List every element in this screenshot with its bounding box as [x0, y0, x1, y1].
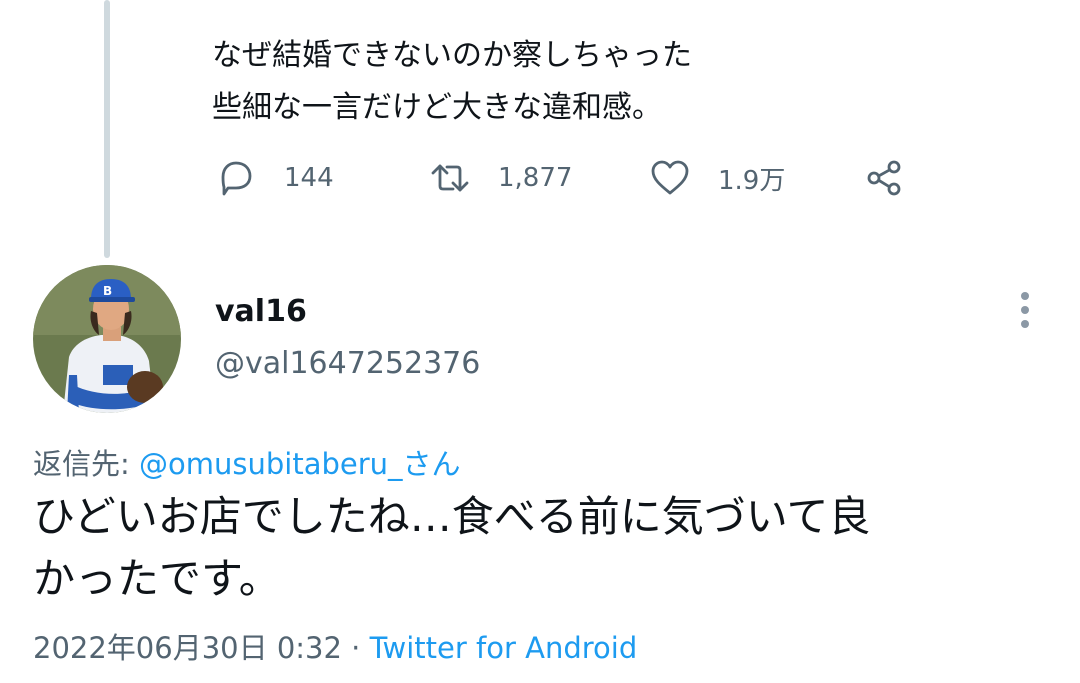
tweet-timestamp[interactable]: 2022年06月30日 0:32: [33, 631, 342, 665]
meta-separator: ·: [341, 631, 370, 665]
reply-button[interactable]: 144: [214, 150, 334, 206]
reply-count: 144: [284, 163, 334, 193]
display-name[interactable]: val16: [215, 294, 307, 329]
tweet-meta: 2022年06月30日 0:32 · Twitter for Android: [33, 625, 637, 667]
reply-to-line: 返信先: @omusubitaberu_さん: [33, 441, 461, 483]
retweet-icon: [428, 156, 472, 200]
more-options-button[interactable]: [1008, 288, 1042, 332]
thread-connector-line: [104, 0, 110, 258]
like-button[interactable]: 1.9万: [648, 150, 785, 206]
vertical-dots-icon-dot: [1021, 320, 1029, 328]
vertical-dots-icon: [1021, 292, 1029, 300]
reply-to-user-link[interactable]: @omusubitaberu_さん: [139, 447, 461, 481]
like-count: 1.9万: [718, 165, 786, 196]
vertical-dots-icon-dot: [1021, 306, 1029, 314]
avatar[interactable]: B: [33, 265, 181, 413]
tweet-action-bar: 144 1,877 1.9万: [212, 150, 932, 206]
tweet-source-link[interactable]: Twitter for Android: [370, 631, 638, 665]
reply-bubble-icon: [214, 156, 258, 200]
retweet-button[interactable]: 1,877: [428, 150, 572, 206]
retweet-count: 1,877: [498, 163, 573, 193]
reply-tweet-text: ひどいお店でしたね…食べる前に気づいて良 かったです。: [33, 492, 871, 603]
share-icon: [862, 156, 906, 200]
heart-icon: [648, 156, 692, 200]
share-button[interactable]: [862, 150, 906, 206]
reply-to-label: 返信先:: [33, 447, 139, 481]
parent-tweet-text: なぜ結婚できないのか察しちゃった 些細な一言だけど大きな違和感。: [212, 38, 692, 125]
svg-text:B: B: [103, 284, 112, 298]
user-handle[interactable]: @val1647252376: [215, 346, 480, 381]
